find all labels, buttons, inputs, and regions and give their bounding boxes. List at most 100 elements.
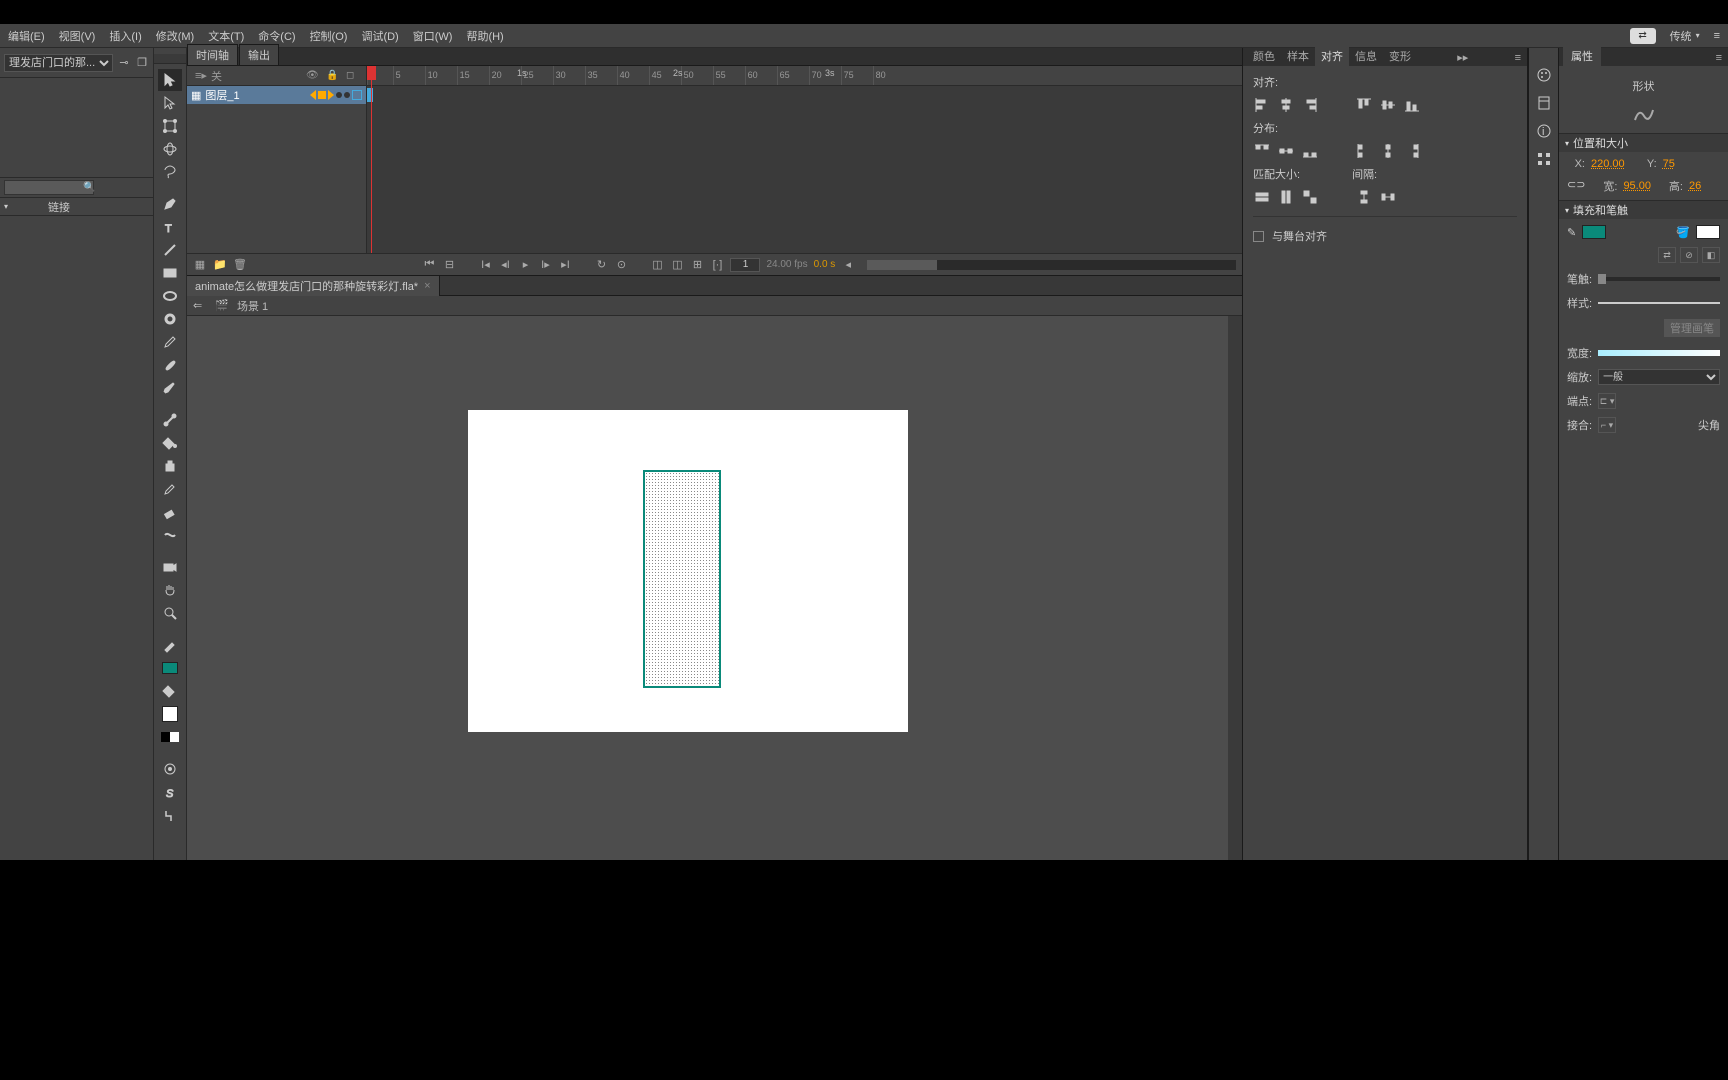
snap-tool[interactable] bbox=[158, 758, 182, 780]
tab-transform[interactable]: 变形 bbox=[1383, 46, 1417, 66]
new-folder-icon[interactable]: 📁 bbox=[213, 258, 227, 272]
menu-insert[interactable]: 插入(I) bbox=[109, 28, 141, 44]
fill-color-swatch[interactable] bbox=[1696, 225, 1720, 239]
align-menu-icon[interactable]: ≡ bbox=[1509, 50, 1527, 66]
menu-modify[interactable]: 修改(M) bbox=[156, 28, 195, 44]
dist-top-icon[interactable] bbox=[1253, 142, 1271, 160]
timeline-menu-icon[interactable]: ≡▸ bbox=[195, 69, 207, 82]
layer-row[interactable]: ▦ 图层_1 bbox=[187, 86, 366, 104]
menu-text[interactable]: 文本(T) bbox=[208, 28, 244, 44]
stage-align-checkbox[interactable] bbox=[1253, 231, 1264, 242]
scale-select[interactable]: 一般 bbox=[1598, 369, 1720, 385]
library-search-input[interactable] bbox=[4, 180, 94, 195]
polystar-tool[interactable] bbox=[158, 308, 182, 330]
menu-commands[interactable]: 命令(C) bbox=[258, 28, 295, 44]
rectangle-tool[interactable] bbox=[158, 262, 182, 284]
width-profile[interactable] bbox=[1598, 350, 1720, 356]
stroke-color-swatch[interactable] bbox=[1582, 225, 1606, 239]
eyedropper-tool[interactable] bbox=[158, 478, 182, 500]
dist-hcenter-icon[interactable] bbox=[1379, 142, 1397, 160]
y-value[interactable]: 75 bbox=[1663, 158, 1675, 170]
match-both-icon[interactable] bbox=[1301, 188, 1319, 206]
straighten-tool[interactable] bbox=[158, 804, 182, 826]
subselect-tool[interactable] bbox=[158, 92, 182, 114]
menu-debug[interactable]: 调试(D) bbox=[361, 28, 398, 44]
back-icon[interactable]: ⇐ bbox=[193, 299, 207, 312]
align-hcenter-icon[interactable] bbox=[1277, 96, 1295, 114]
align-vcenter-icon[interactable] bbox=[1379, 96, 1397, 114]
workspace-switcher[interactable]: 传统 bbox=[1670, 28, 1700, 44]
goto-first-icon[interactable]: ⏮ bbox=[422, 258, 436, 272]
brush-tool[interactable] bbox=[158, 354, 182, 376]
no-color-icon[interactable]: ⊘ bbox=[1680, 247, 1698, 263]
timeline-ruler[interactable]: 151015202530354045505560657075801s2s3s bbox=[367, 66, 1242, 86]
pencil-tool[interactable] bbox=[158, 331, 182, 353]
playhead[interactable] bbox=[371, 66, 372, 253]
props-menu-icon[interactable]: ≡ bbox=[1710, 50, 1728, 66]
manage-brush-button[interactable]: 管理画笔 bbox=[1664, 319, 1720, 337]
cap-select[interactable]: ⊏ ▾ bbox=[1598, 393, 1616, 409]
dist-left-icon[interactable] bbox=[1355, 142, 1373, 160]
menu-view[interactable]: 视图(V) bbox=[59, 28, 96, 44]
x-value[interactable]: 220.00 bbox=[1591, 158, 1625, 170]
prev-frame-icon[interactable]: ◂I bbox=[498, 258, 512, 272]
tab-align[interactable]: 对齐 bbox=[1315, 46, 1349, 66]
stroke-swatch[interactable] bbox=[158, 657, 182, 679]
swap-colors-icon[interactable]: ⇄ bbox=[1658, 247, 1676, 263]
first-frame-icon[interactable]: I◂ bbox=[478, 258, 492, 272]
current-frame-input[interactable] bbox=[730, 258, 760, 272]
default-colors-icon[interactable]: ◧ bbox=[1702, 247, 1720, 263]
space-vert-icon[interactable] bbox=[1355, 188, 1373, 206]
join-select[interactable]: ⌐ ▾ bbox=[1598, 417, 1616, 433]
align-right-icon[interactable] bbox=[1301, 96, 1319, 114]
align-panel-icon[interactable] bbox=[1535, 150, 1553, 168]
marker-icon[interactable]: [·] bbox=[710, 258, 724, 272]
selection-tool[interactable] bbox=[158, 69, 182, 91]
sync-settings-icon[interactable]: ⇄ bbox=[1630, 28, 1656, 44]
scene-name[interactable]: 场景 1 bbox=[237, 298, 268, 314]
panel-menu-icon[interactable]: ≡ bbox=[1714, 30, 1720, 42]
tab-info[interactable]: 信息 bbox=[1349, 46, 1383, 66]
document-tab[interactable]: animate怎么做理发店门口的那种旋转彩灯.fla* × bbox=[187, 276, 440, 296]
align-collapse-icon[interactable]: ▸▸ bbox=[1451, 49, 1474, 66]
ink-bottle-tool[interactable] bbox=[158, 455, 182, 477]
dist-bottom-icon[interactable] bbox=[1301, 142, 1319, 160]
close-tab-icon[interactable]: × bbox=[424, 280, 430, 292]
pen-tool[interactable] bbox=[158, 193, 182, 215]
timeline-scrollbar[interactable] bbox=[867, 260, 1236, 270]
pin-icon[interactable]: ⊸ bbox=[117, 56, 131, 70]
free-transform-tool[interactable] bbox=[158, 115, 182, 137]
menu-control[interactable]: 控制(O) bbox=[310, 28, 348, 44]
hand-tool[interactable] bbox=[158, 579, 182, 601]
tab-swatches[interactable]: 样本 bbox=[1281, 46, 1315, 66]
match-width-icon[interactable] bbox=[1253, 188, 1271, 206]
menu-window[interactable]: 窗口(W) bbox=[413, 28, 453, 44]
info-panel-icon[interactable]: i bbox=[1535, 122, 1553, 140]
onion-skin-icon[interactable]: ◫ bbox=[650, 258, 664, 272]
menu-help[interactable]: 帮助(H) bbox=[466, 28, 503, 44]
match-height-icon[interactable] bbox=[1277, 188, 1295, 206]
section-position[interactable]: 位置和大小 bbox=[1559, 134, 1728, 152]
3d-rotation-tool[interactable] bbox=[158, 138, 182, 160]
paint-bucket-tool[interactable] bbox=[158, 432, 182, 454]
onion-outline-icon[interactable]: ◫ bbox=[670, 258, 684, 272]
brush-panel-icon[interactable] bbox=[1535, 66, 1553, 84]
center-frame-icon[interactable]: ⊟ bbox=[442, 258, 456, 272]
style-sample[interactable] bbox=[1598, 302, 1720, 304]
loop-icon[interactable]: ↻ bbox=[594, 258, 608, 272]
library-doc-select[interactable]: 理发店门口的那... bbox=[4, 54, 113, 72]
library-panel-icon[interactable] bbox=[1535, 94, 1553, 112]
line-tool[interactable] bbox=[158, 239, 182, 261]
delete-layer-icon[interactable]: 🗑 bbox=[233, 258, 247, 272]
play-icon[interactable]: ▸ bbox=[518, 258, 532, 272]
next-frame-icon[interactable]: I▸ bbox=[538, 258, 552, 272]
onion-icon[interactable]: ⊙ bbox=[614, 258, 628, 272]
sort-icon[interactable]: ▾ bbox=[4, 202, 8, 211]
last-frame-icon[interactable]: ▸I bbox=[558, 258, 572, 272]
tab-output[interactable]: 输出 bbox=[239, 44, 279, 65]
width-tool[interactable] bbox=[158, 524, 182, 546]
tab-properties[interactable]: 属性 bbox=[1563, 46, 1601, 66]
camera-tool[interactable] bbox=[158, 556, 182, 578]
align-top-icon[interactable] bbox=[1355, 96, 1373, 114]
col-link[interactable]: 链接 bbox=[48, 199, 70, 215]
